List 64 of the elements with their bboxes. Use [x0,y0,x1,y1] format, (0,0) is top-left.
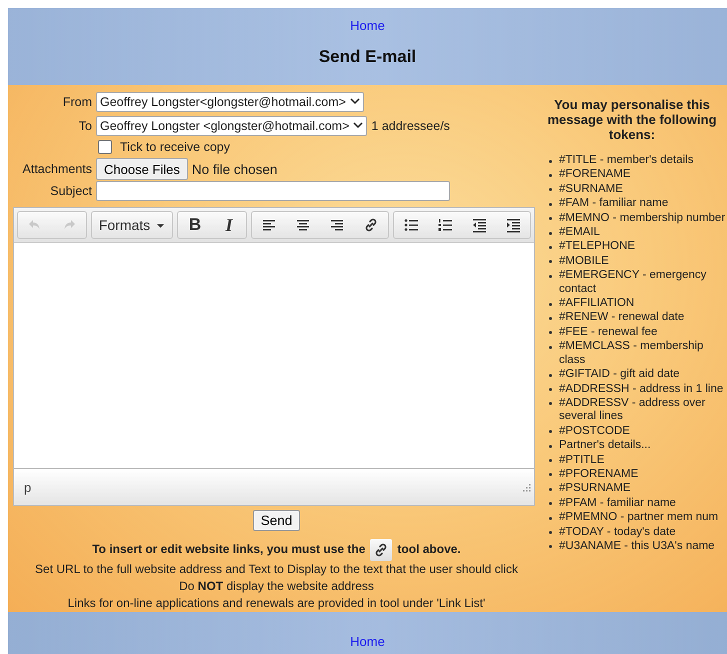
token-item: #EMERGENCY - emergency contact [547,269,727,298]
token-item: #PTITLE [547,454,727,468]
align-center-icon [295,217,311,234]
send-button[interactable]: Send [252,510,300,531]
token-item: #U3ANAME - this U3A's name [547,540,727,554]
to-select[interactable]: Geoffrey Longster <glongster@hotmail.com> [96,116,368,136]
from-select[interactable]: Geoffrey Longster<glongster@hotmail.com> [96,92,364,112]
align-left-icon [261,217,277,234]
chevron-icon [353,122,364,130]
bullet-list-icon [403,217,419,234]
token-item: #FAM - familiar name [547,197,727,212]
token-item: #RENEW - renewal date [547,311,727,326]
copy-checkbox[interactable] [98,140,112,154]
caret-icon [156,222,166,229]
file-status: No file chosen [192,162,278,177]
token-item: #ADDRESSV - address over several lines [547,396,727,425]
page-title: Send E-mail [318,47,416,67]
token-item: #PFAM - familiar name [547,496,727,512]
outdent-icon [471,217,487,234]
token-item: #PSURNAME [547,482,727,497]
instruction-text: Links for on-line applications and renewals are provided in tool under 'Link List' [68,594,486,612]
align-right-icon [329,217,345,234]
token-item: #AFFILIATION [547,297,727,312]
instruction-text: Do NOT display the website address [179,578,374,595]
bold-button[interactable]: B [178,212,212,238]
link-icon [370,538,392,561]
token-item: #TODAY - today's date [547,526,727,540]
copy-label: Tick to receive copy [120,140,230,154]
home-link[interactable]: Home [350,18,385,33]
token-item: #PMEMNO - partner mem num [547,511,727,526]
token-item: Partner's details... [547,439,727,454]
token-item: #FORENAME [547,168,727,183]
from-label: From [62,94,92,109]
token-item: #PFORENAME [547,468,727,482]
token-item: #MEMNO - membership number [547,212,727,226]
italic-button[interactable]: I [212,212,246,238]
chevron-icon [350,98,360,106]
instruction-text: Set URL to the full website address and Text to Display to the text that the user should click [35,560,518,578]
tokens-heading: You may personalise this message with the following tokens: [546,97,718,142]
token-item: #GIFTAID - gift aid date [547,368,727,382]
resize-grip-icon [520,482,531,492]
to-label: To [78,118,92,133]
addressee-count: 1 addressee/s [371,118,450,133]
choose-files-button[interactable]: Choose Files [96,158,188,180]
link-tip-text: To insert or edit website links, you must use the [92,541,366,558]
token-item: #EMAIL [547,226,727,240]
home-link[interactable]: Home [350,634,385,654]
numbered-list-icon [437,217,453,234]
attachments-label: Attachments [22,162,92,176]
token-item: #TITLE - member's details [547,154,727,168]
indent-icon [505,217,521,234]
subject-field[interactable] [96,181,450,202]
token-item: #MOBILE [547,254,727,270]
formats-dropdown[interactable]: Formats [92,212,172,238]
token-item: #ADDRESSH - address in 1 line [547,382,727,397]
token-item: #FEE - renewal fee [547,326,727,340]
token-item: #TELEPHONE [547,240,727,255]
subject-label: Subject [49,184,92,198]
token-item: #SURNAME [547,182,727,198]
element-path: p [24,480,32,495]
link-icon [363,217,379,234]
link-tip-text: tool above. [397,541,461,558]
token-item: #MEMCLASS - membership class [547,340,727,368]
token-item: #POSTCODE [547,424,727,440]
